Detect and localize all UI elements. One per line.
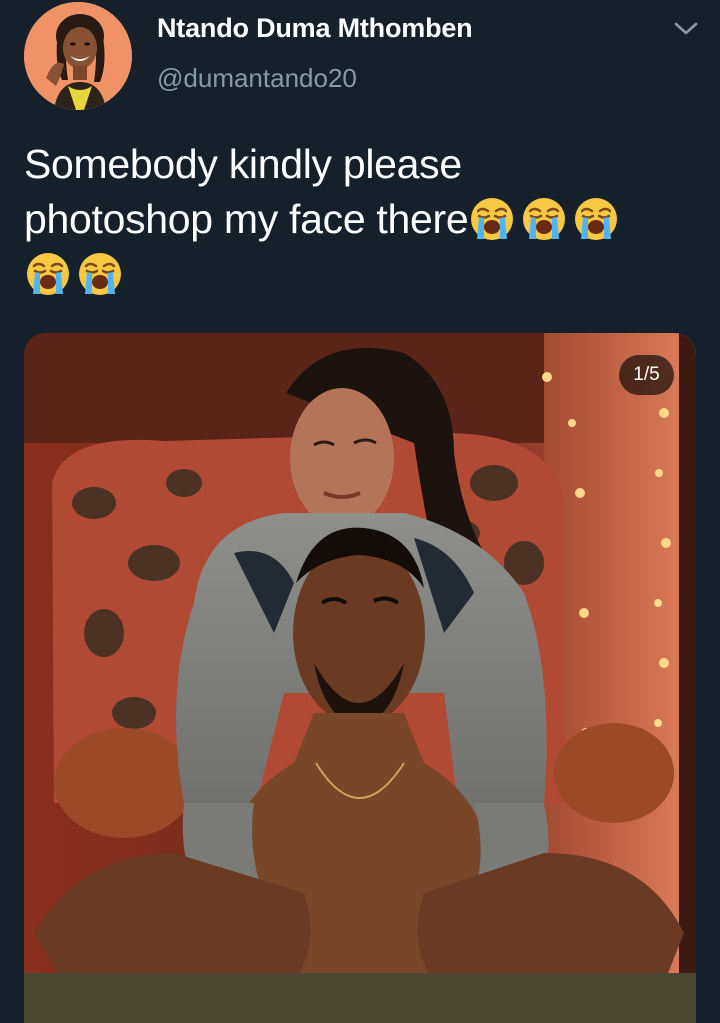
media-photo [24,333,696,1023]
loudly-crying-face-icon [76,250,124,298]
avatar-photo [24,2,132,110]
loudly-crying-face-icon [572,195,620,243]
author-display-name[interactable]: Ntando Duma Mthomben [157,13,473,44]
tweet-card[interactable]: Ntando Duma Mthomben @dumantando20 Someb… [0,0,720,1023]
emoji-group-1 [468,196,624,242]
tweet-text: Somebody kindly please photoshop my face… [24,137,694,302]
loudly-crying-face-icon [468,195,516,243]
tweet-media-photo[interactable] [24,333,696,1023]
media-counter-badge: 1/5 [619,355,674,395]
tweet-text-line-2: photoshop my face there [24,196,469,242]
emoji-group-2 [24,251,128,297]
tweet-text-line-1: Somebody kindly please [24,141,462,187]
loudly-crying-face-icon [520,195,568,243]
author-handle[interactable]: @dumantando20 [157,63,357,94]
loudly-crying-face-icon [24,250,72,298]
more-options-button[interactable] [668,14,704,44]
author-avatar[interactable] [24,2,132,110]
chevron-down-icon [674,22,698,35]
